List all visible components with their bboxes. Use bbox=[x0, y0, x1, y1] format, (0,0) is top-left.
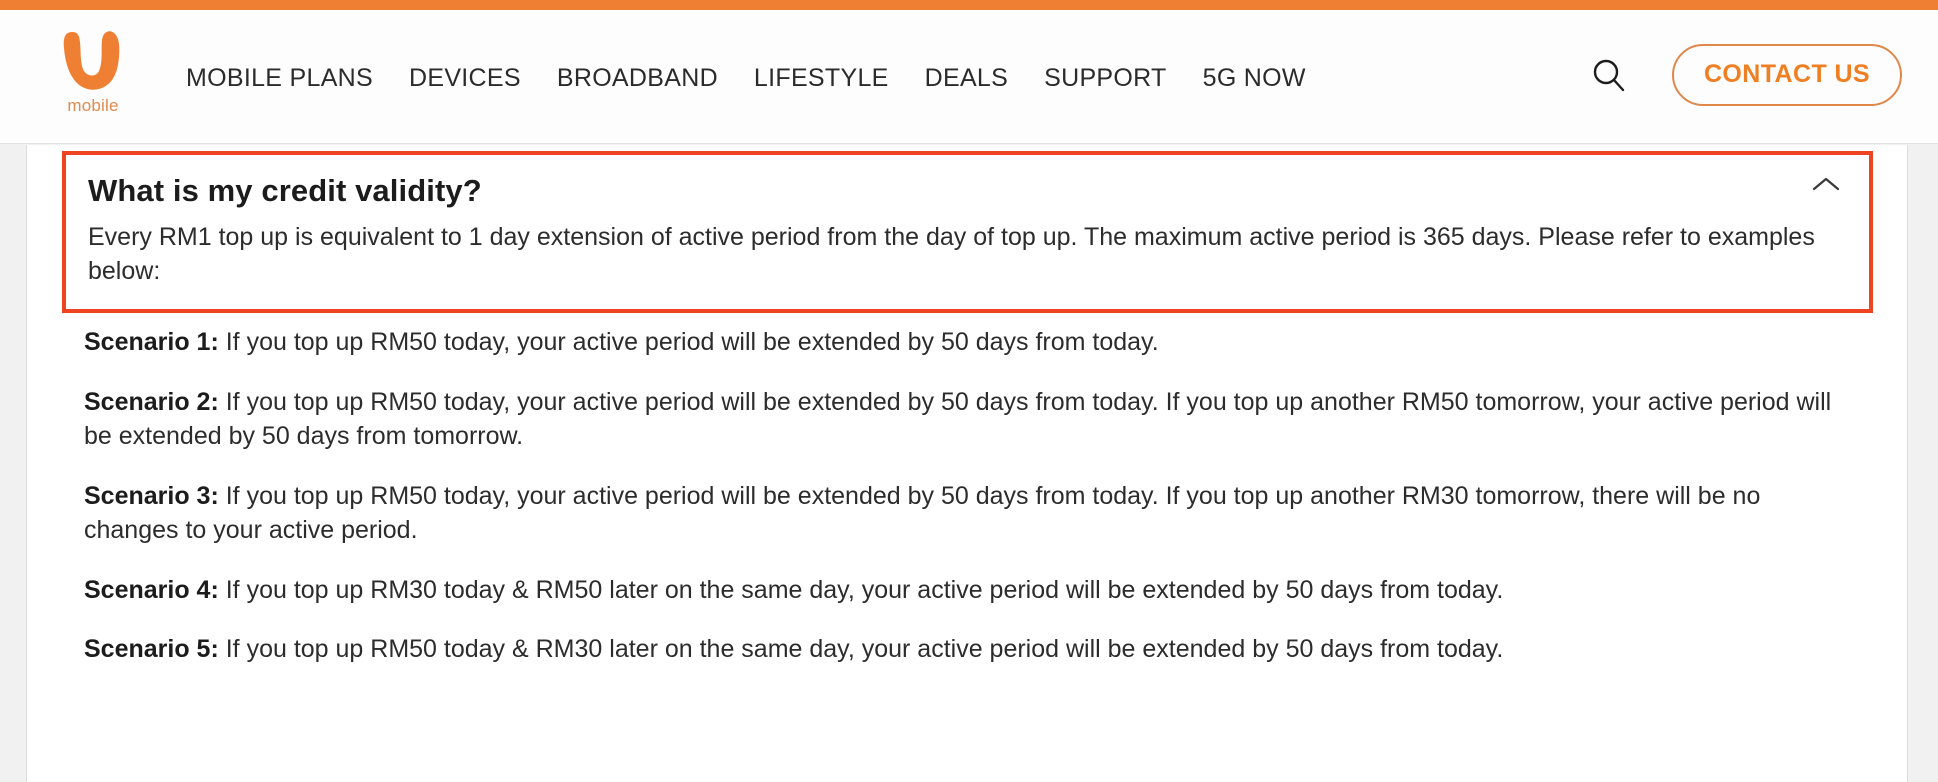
logo-wordmark: mobile bbox=[67, 96, 119, 115]
list-item: Scenario 2: If you top up RM50 today, yo… bbox=[84, 385, 1844, 454]
list-item: Scenario 5: If you top up RM50 today & R… bbox=[84, 632, 1874, 667]
list-item: Scenario 1: If you top up RM50 today, yo… bbox=[84, 325, 1874, 360]
nav-item-5g-now[interactable]: 5G NOW bbox=[1203, 64, 1306, 93]
nav-item-broadband[interactable]: BROADBAND bbox=[557, 64, 718, 93]
nav-item-lifestyle[interactable]: LIFESTYLE bbox=[754, 64, 889, 93]
site-logo[interactable]: mobile bbox=[40, 26, 146, 128]
scenario-text: If you top up RM50 today, your active pe… bbox=[84, 481, 1761, 545]
chevron-up-icon[interactable] bbox=[1809, 173, 1843, 195]
faq-question-title: What is my credit validity? bbox=[88, 173, 482, 208]
site-header: mobile MOBILE PLANS DEVICES BROADBAND LI… bbox=[0, 10, 1938, 144]
search-icon[interactable] bbox=[1590, 56, 1628, 94]
nav-item-support[interactable]: SUPPORT bbox=[1044, 64, 1167, 93]
list-item: Scenario 3: If you top up RM50 today, yo… bbox=[84, 479, 1844, 548]
u-mobile-logo-icon bbox=[62, 26, 124, 94]
faq-accordion-item-credit-validity[interactable]: What is my credit validity? Every RM1 to… bbox=[62, 151, 1873, 313]
scenario-label: Scenario 2: bbox=[84, 387, 219, 416]
nav-item-devices[interactable]: DEVICES bbox=[409, 64, 521, 93]
content-sheet: What is my credit validity? Every RM1 to… bbox=[26, 145, 1908, 782]
scenario-label: Scenario 5: bbox=[84, 635, 219, 663]
scenario-label: Scenario 4: bbox=[84, 575, 219, 604]
scenario-text: If you top up RM50 today, your active pe… bbox=[218, 328, 1159, 356]
nav-item-deals[interactable]: DEALS bbox=[925, 64, 1008, 93]
scenario-label: Scenario 3: bbox=[84, 481, 219, 510]
scenario-label: Scenario 1: bbox=[84, 328, 219, 356]
nav-item-mobile-plans[interactable]: MOBILE PLANS bbox=[186, 64, 373, 93]
scenario-text: If you top up RM30 today & RM50 later on… bbox=[218, 575, 1504, 604]
contact-us-button[interactable]: CONTACT US bbox=[1671, 44, 1902, 106]
faq-answer-text: Every RM1 top up is equivalent to 1 day … bbox=[88, 223, 1815, 285]
faq-scenario-list: Scenario 1: If you top up RM50 today, yo… bbox=[84, 300, 1874, 667]
list-item: Scenario 4: If you top up RM30 today & R… bbox=[84, 573, 1874, 608]
main-navigation: MOBILE PLANS DEVICES BROADBAND LIFESTYLE… bbox=[186, 64, 1306, 93]
top-accent-bar bbox=[0, 0, 1938, 10]
scenario-text: If you top up RM50 today & RM30 later on… bbox=[218, 635, 1504, 663]
header-actions: CONTACT US bbox=[1590, 44, 1902, 106]
page-canvas: What is my credit validity? Every RM1 to… bbox=[0, 145, 1938, 782]
scenario-text: If you top up RM50 today, your active pe… bbox=[84, 387, 1832, 451]
